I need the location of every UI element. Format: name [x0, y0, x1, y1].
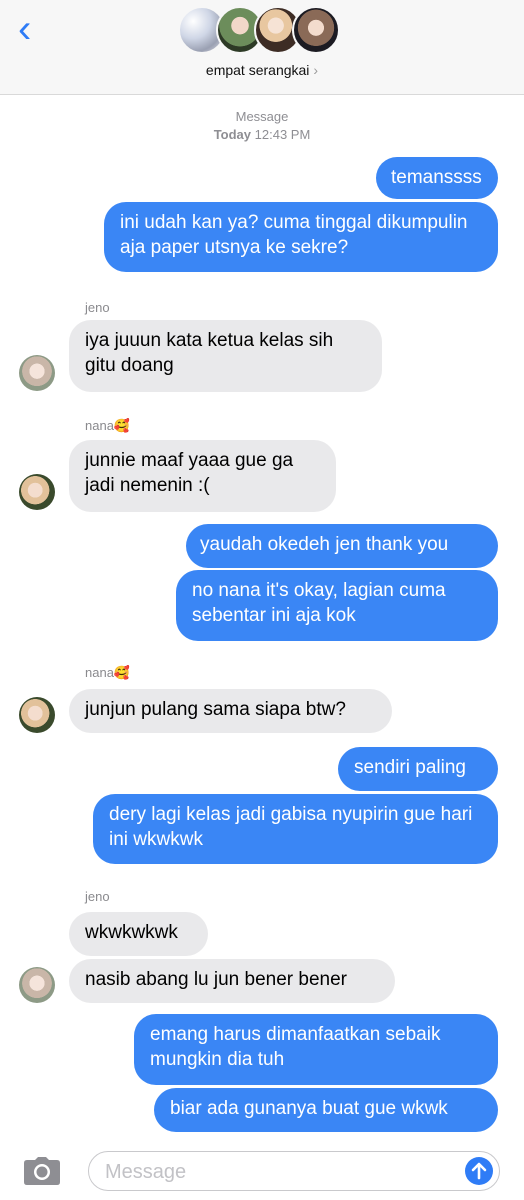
avatar[interactable]	[19, 355, 55, 391]
timestamp: Today 12:43 PM	[0, 127, 524, 142]
sender-name: jeno	[85, 889, 110, 904]
avatar[interactable]	[19, 474, 55, 510]
message-input[interactable]	[103, 1158, 447, 1186]
outgoing-message[interactable]: yaudah okedeh jen thank you	[186, 524, 498, 568]
arrow-up-icon[interactable]	[465, 1157, 493, 1185]
sender-name: nana🥰	[85, 418, 131, 433]
outgoing-message[interactable]: ini udah kan ya? cuma tinggal dikumpulin…	[104, 202, 498, 272]
avatar[interactable]	[19, 697, 55, 733]
outgoing-message[interactable]: no nana it's okay, lagian cuma sebentar …	[176, 570, 498, 641]
sender-name: jeno	[85, 300, 110, 315]
timestamp-time: 12:43 PM	[254, 127, 311, 142]
message-field[interactable]	[88, 1151, 500, 1191]
outgoing-message[interactable]: sendiri paling	[338, 747, 498, 791]
camera-icon[interactable]	[24, 1157, 60, 1185]
group-name: empat serangkai	[205, 62, 310, 78]
outgoing-message[interactable]: dery lagi kelas jadi gabisa nyupirin gue…	[93, 794, 498, 864]
sender-name: nana🥰	[85, 665, 131, 680]
incoming-message[interactable]: iya juuun kata ketua kelas sih gitu doan…	[69, 320, 382, 392]
back-chevron-icon[interactable]: ‹	[18, 9, 48, 49]
outgoing-message[interactable]: biar ada gunanya buat gue wkwk	[154, 1088, 498, 1132]
timestamp-day: Today	[213, 127, 252, 142]
incoming-message[interactable]: nasib abang lu jun bener bener	[69, 959, 395, 1003]
avatar	[292, 6, 340, 54]
incoming-message[interactable]: wkwkwkwk	[69, 912, 208, 956]
outgoing-message[interactable]: temanssss	[376, 157, 498, 199]
group-name-button[interactable]: empat serangkai ›	[0, 62, 524, 78]
incoming-message[interactable]: junjun pulang sama siapa btw?	[69, 689, 392, 733]
outgoing-message[interactable]: emang harus dimanfaatkan sebaik mungkin …	[134, 1014, 498, 1085]
service-label: Message	[235, 109, 289, 124]
conversation-header: ‹ empat serangkai ›	[0, 0, 524, 95]
avatar[interactable]	[19, 967, 55, 1003]
incoming-message[interactable]: junnie maaf yaaa gue ga jadi nemenin :(	[69, 440, 336, 512]
compose-bar	[0, 1143, 524, 1200]
chevron-right-icon: ›	[313, 62, 319, 78]
